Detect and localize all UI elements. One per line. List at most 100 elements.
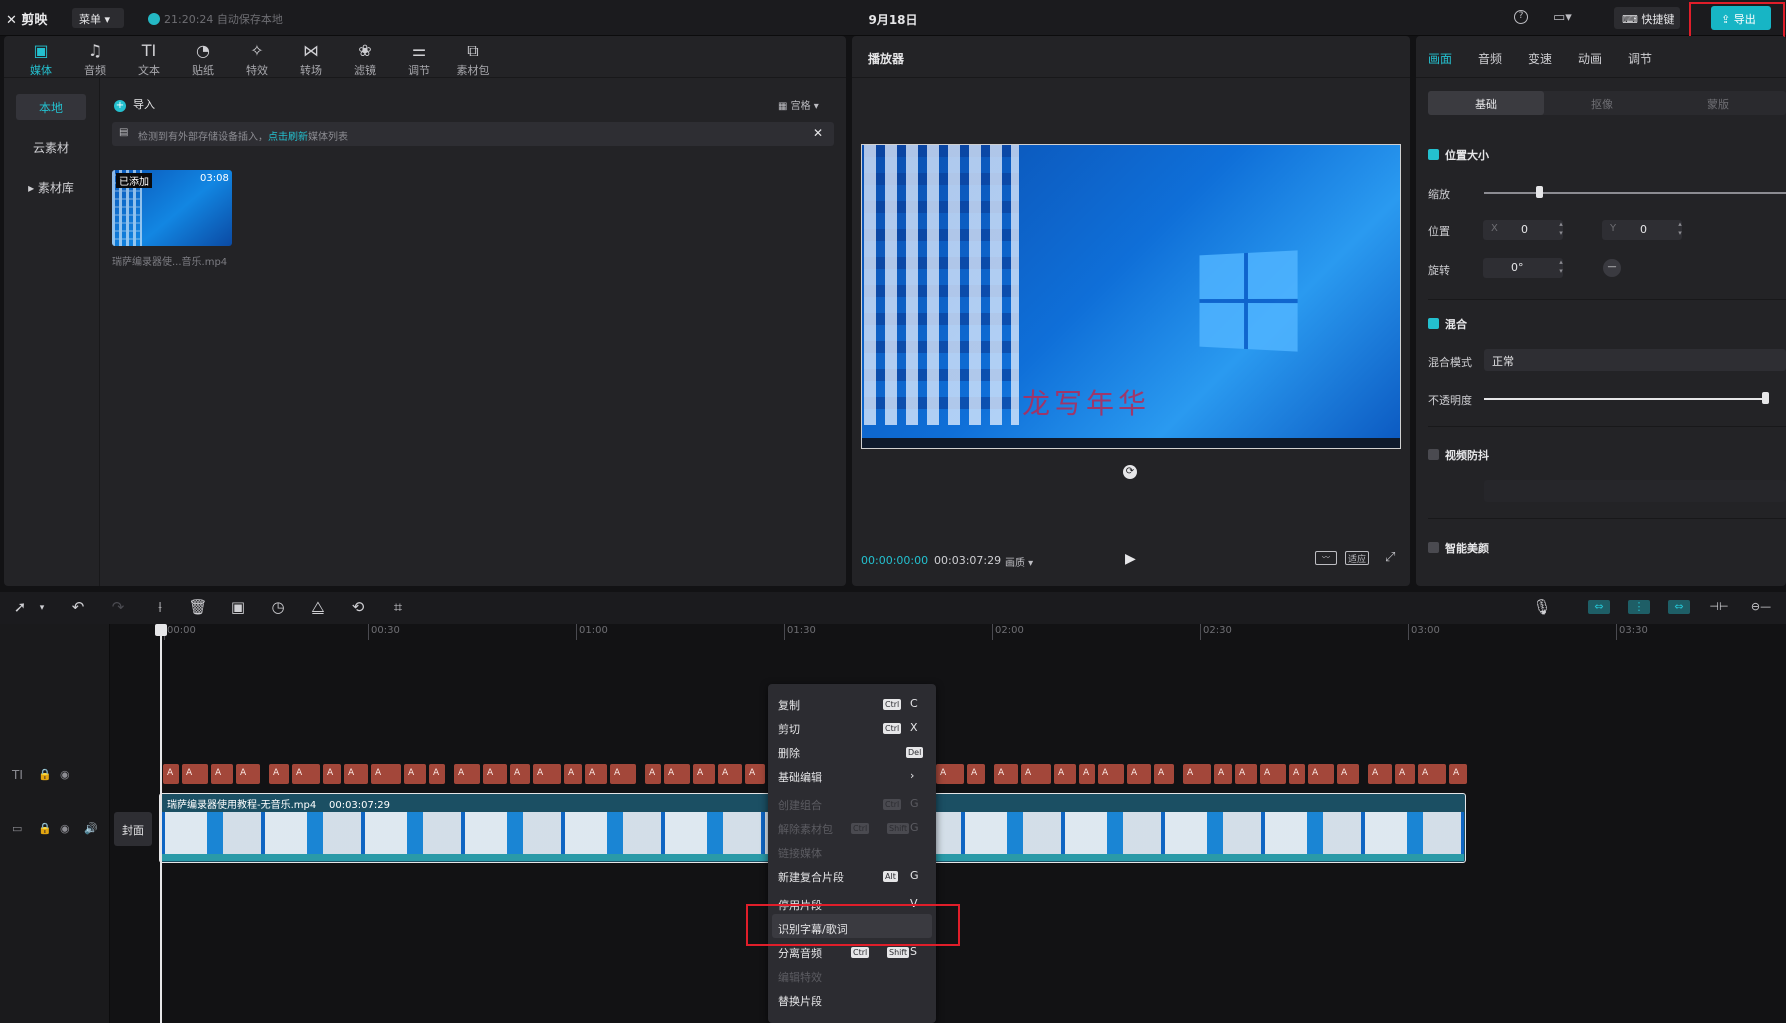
tab-props-audio[interactable]: 音频 — [1478, 50, 1502, 67]
caption-chip[interactable]: A — [344, 764, 368, 784]
import-button[interactable]: + 导入 — [114, 96, 155, 112]
tab-speed[interactable]: 变速 — [1528, 50, 1552, 67]
playhead[interactable] — [160, 624, 162, 1023]
caption-chip[interactable]: A — [510, 764, 530, 784]
caption-chip[interactable]: A — [483, 764, 507, 784]
menu-item[interactable]: 替换片段 — [778, 993, 822, 1009]
caption-chip[interactable]: A — [1127, 764, 1151, 784]
caption-chip[interactable]: A — [936, 764, 964, 784]
caption-chip[interactable]: A — [1183, 764, 1211, 784]
lock-icon[interactable]: 🔒 — [38, 768, 52, 781]
tab-asset-pack[interactable]: ⧉ 素材包 — [448, 40, 498, 78]
waveform-icon[interactable]: 〰 — [1315, 551, 1337, 565]
select-tool-icon[interactable]: ➚ — [10, 598, 30, 616]
tab-transition[interactable]: ⋈ 转场 — [286, 40, 336, 78]
subtab-mask[interactable]: 蒙版 — [1660, 91, 1776, 115]
microphone-icon[interactable]: 🎙 — [1532, 598, 1552, 616]
pos-x-stepper[interactable]: ▴ ▾ — [1555, 220, 1567, 240]
menu-item[interactable]: 剪切 — [778, 721, 800, 737]
caption-chip[interactable]: A — [454, 764, 480, 784]
tab-animation[interactable]: 动画 — [1578, 50, 1602, 67]
caption-chip[interactable]: A — [1054, 764, 1076, 784]
fit-button[interactable]: 适应 — [1345, 551, 1369, 565]
caption-chip[interactable]: A — [1449, 764, 1467, 784]
rotate-icon[interactable]: ⟳ — [1123, 465, 1137, 479]
speaker-icon[interactable]: 🔊 — [84, 822, 98, 835]
caption-chip[interactable]: A — [664, 764, 690, 784]
tab-adjust[interactable]: ⚌ 调节 — [394, 40, 444, 78]
scale-slider[interactable] — [1484, 192, 1786, 194]
menu-item[interactable]: 复制 — [778, 697, 800, 713]
help-icon[interactable]: ? — [1514, 10, 1528, 24]
pos-size-section[interactable]: 位置大小 — [1428, 147, 1489, 163]
split-icon[interactable]: ⟊ — [150, 598, 170, 616]
undo-icon[interactable]: ↶ — [68, 598, 88, 616]
cover-button[interactable]: 封面 — [114, 812, 152, 846]
play-icon[interactable]: ▶ — [1125, 551, 1136, 567]
caption-chip[interactable]: A — [693, 764, 715, 784]
scale-slider-handle[interactable] — [1536, 186, 1544, 198]
magnet-icon[interactable]: ⋮ — [1628, 600, 1650, 614]
caption-chip[interactable]: A — [1337, 764, 1359, 784]
caption-chip[interactable]: A — [1235, 764, 1257, 784]
lock-icon[interactable]: 🔒 — [38, 822, 52, 835]
link-main-track-icon[interactable]: ⇔ — [1588, 600, 1610, 614]
shortcut-button[interactable]: ⌨ 快捷键 — [1614, 7, 1680, 29]
rotate-dial-icon[interactable]: — — [1603, 259, 1621, 277]
caption-chip[interactable]: A — [182, 764, 208, 784]
tab-media[interactable]: ▣ 媒体 — [16, 40, 66, 78]
pos-y-stepper[interactable]: ▴ ▾ — [1674, 220, 1686, 240]
zoom-out-icon[interactable]: ⊖— — [1750, 600, 1772, 614]
eye-icon[interactable]: ◉ — [60, 768, 70, 781]
fullscreen-icon[interactable]: ⤢ — [1385, 550, 1395, 565]
caption-chip[interactable]: A — [1308, 764, 1334, 784]
beauty-section[interactable]: 智能美颜 — [1428, 540, 1489, 556]
caption-chip[interactable]: A — [269, 764, 289, 784]
caption-chip[interactable]: A — [1260, 764, 1286, 784]
caption-chip[interactable]: A — [1368, 764, 1392, 784]
opacity-slider[interactable] — [1484, 398, 1766, 400]
time-ruler[interactable]: 00:00 00:30 01:00 01:30 02:00 02:30 03:0… — [110, 624, 1786, 640]
tab-props-adjust[interactable]: 调节 — [1628, 50, 1652, 67]
rotate-stepper[interactable]: ▴ ▾ — [1555, 258, 1567, 278]
caption-chip[interactable]: A — [718, 764, 742, 784]
blend-mode-select[interactable]: 正常 — [1484, 349, 1786, 371]
caption-chip[interactable]: A — [1079, 764, 1095, 784]
eye-icon[interactable]: ◉ — [60, 822, 70, 835]
source-cloud[interactable]: 云素材 — [16, 134, 86, 160]
caption-chip[interactable]: A — [404, 764, 426, 784]
refresh-link[interactable]: 点击刷新 — [268, 132, 308, 143]
tab-picture[interactable]: 画面 — [1428, 50, 1452, 67]
caption-chip[interactable]: A — [1289, 764, 1305, 784]
caption-chip[interactable]: A — [429, 764, 445, 784]
playhead-handle[interactable] — [155, 624, 167, 636]
caption-chip[interactable]: A — [967, 764, 985, 784]
caption-chip[interactable]: A — [610, 764, 636, 784]
caption-chip[interactable]: A — [1098, 764, 1124, 784]
caption-chip[interactable]: A — [564, 764, 582, 784]
chevron-down-icon[interactable]: ▾ — [32, 603, 52, 613]
caption-chip[interactable]: A — [994, 764, 1018, 784]
tab-sticker[interactable]: ◔ 贴纸 — [178, 40, 228, 78]
caption-chip[interactable]: A — [1418, 764, 1446, 784]
caption-chip[interactable]: A — [745, 764, 765, 784]
menu-item[interactable]: 新建复合片段 — [778, 869, 844, 885]
pos-x-input[interactable]: X0 — [1483, 220, 1563, 240]
reverse-icon[interactable]: ◷ — [268, 598, 288, 616]
rotate-input[interactable]: 0° — [1483, 258, 1563, 278]
source-local[interactable]: 本地 — [16, 94, 86, 120]
tab-text[interactable]: TI 文本 — [124, 40, 174, 78]
quality-dropdown[interactable]: 画质 ▾ — [1005, 554, 1033, 569]
opacity-slider-handle[interactable] — [1762, 392, 1769, 404]
caption-chip[interactable]: A — [163, 764, 179, 784]
subtab-basic[interactable]: 基础 — [1428, 91, 1544, 115]
caption-chip[interactable]: A — [211, 764, 233, 784]
tab-audio[interactable]: ♫ 音频 — [70, 40, 120, 78]
mirror-icon[interactable]: ⧋ — [308, 598, 328, 616]
preview-axis-icon[interactable]: ⊣⊢ — [1708, 600, 1730, 614]
caption-chip[interactable]: A — [533, 764, 561, 784]
menu-item[interactable]: 基础编辑 — [778, 769, 822, 785]
delete-icon[interactable]: 🗑 — [188, 598, 208, 616]
crop-icon[interactable]: ⌗ — [388, 598, 408, 616]
menu-item[interactable]: 删除 — [778, 745, 800, 761]
